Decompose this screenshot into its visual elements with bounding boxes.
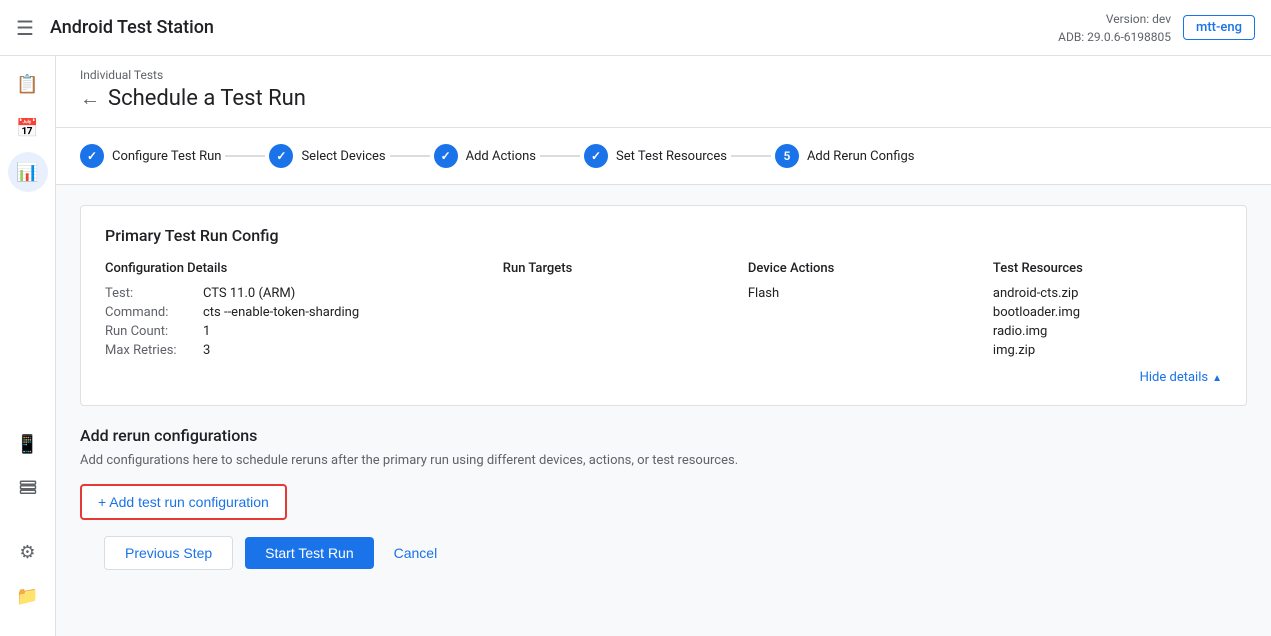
step-circle-actions: ✓	[434, 144, 458, 168]
detail-run-count: Run Count: 1	[105, 324, 487, 339]
breadcrumb: Individual Tests	[80, 68, 1247, 82]
card-grid: Configuration Details Test: CTS 11.0 (AR…	[105, 261, 1222, 362]
version-info: Version: dev ADB: 29.0.6-6198805	[1058, 10, 1171, 46]
resource-radio: radio.img	[993, 324, 1222, 339]
step-connector-2	[390, 155, 430, 157]
section-desc: Add configurations here to schedule reru…	[80, 453, 1247, 468]
start-test-run-button[interactable]: Start Test Run	[245, 537, 373, 569]
step-circle-devices: ✓	[269, 144, 293, 168]
step-actions: ✓ Add Actions	[434, 144, 536, 168]
sidebar-item-device[interactable]: 📱	[8, 424, 48, 464]
hide-details-link[interactable]: Hide details	[105, 370, 1222, 385]
back-button[interactable]: ←	[80, 86, 100, 111]
menu-icon[interactable]: ☰	[16, 16, 34, 40]
step-devices: ✓ Select Devices	[269, 144, 385, 168]
detail-max-retries: Max Retries: 3	[105, 343, 487, 358]
page-content: Primary Test Run Config Configuration De…	[56, 185, 1271, 598]
sidebar: 📋 📅 📊 📱 ⚙ 📁	[0, 56, 56, 636]
resource-bootloader: bootloader.img	[993, 305, 1222, 320]
config-details-col: Configuration Details Test: CTS 11.0 (AR…	[105, 261, 487, 362]
step-connector-4	[731, 155, 771, 157]
resource-cts: android-cts.zip	[993, 286, 1222, 301]
page-header: Individual Tests ← Schedule a Test Run	[56, 56, 1271, 128]
step-circle-configure: ✓	[80, 144, 104, 168]
step-configure: ✓ Configure Test Run	[80, 144, 221, 168]
test-resources-col: Test Resources android-cts.zip bootloade…	[993, 261, 1222, 362]
footer-buttons: Previous Step Start Test Run Cancel	[80, 520, 1247, 578]
header: ☰ Android Test Station Version: dev ADB:…	[0, 0, 1271, 56]
sidebar-item-analytics[interactable]: 📊	[8, 152, 48, 192]
card-title: Primary Test Run Config	[105, 226, 1222, 245]
stepper: ✓ Configure Test Run ✓ Select Devices ✓ …	[56, 128, 1271, 185]
step-connector-3	[540, 155, 580, 157]
primary-config-card: Primary Test Run Config Configuration De…	[80, 205, 1247, 406]
main-layout: 📋 📅 📊 📱 ⚙ 📁 Individual Tests ← Schedule …	[0, 56, 1271, 636]
step-label-actions: Add Actions	[466, 149, 536, 164]
previous-step-button[interactable]: Previous Step	[104, 536, 233, 570]
step-label-resources: Set Test Resources	[616, 149, 727, 164]
col-header-resources: Test Resources	[993, 261, 1222, 276]
add-rerun-section: Add rerun configurations Add configurati…	[80, 426, 1247, 520]
sidebar-item-folder[interactable]: 📁	[8, 576, 48, 616]
step-label-configure: Configure Test Run	[112, 149, 221, 164]
step-circle-resources: ✓	[584, 144, 608, 168]
section-title: Add rerun configurations	[80, 426, 1247, 445]
sidebar-item-storage[interactable]	[8, 468, 48, 508]
device-actions-col: Device Actions Flash	[748, 261, 977, 362]
col-header-config: Configuration Details	[105, 261, 487, 276]
detail-test: Test: CTS 11.0 (ARM)	[105, 286, 487, 301]
device-action-flash: Flash	[748, 286, 977, 301]
cancel-button[interactable]: Cancel	[386, 537, 446, 569]
app-title: Android Test Station	[50, 17, 1058, 38]
chevron-up-icon	[1212, 370, 1222, 385]
sidebar-item-settings[interactable]: ⚙	[8, 532, 48, 572]
step-rerun: 5 Add Rerun Configs	[775, 144, 915, 168]
detail-command: Command: cts --enable-token-sharding	[105, 305, 487, 320]
page-title: Schedule a Test Run	[108, 86, 306, 111]
add-config-button[interactable]: + Add test run configuration	[80, 484, 287, 520]
col-header-actions: Device Actions	[748, 261, 977, 276]
sidebar-item-calendar[interactable]: 📅	[8, 108, 48, 148]
run-targets-col: Run Targets	[503, 261, 732, 362]
step-label-devices: Select Devices	[301, 149, 385, 164]
col-header-targets: Run Targets	[503, 261, 732, 276]
step-resources: ✓ Set Test Resources	[584, 144, 727, 168]
resource-img: img.zip	[993, 343, 1222, 358]
step-circle-rerun: 5	[775, 144, 799, 168]
content-area: Individual Tests ← Schedule a Test Run ✓…	[56, 56, 1271, 636]
step-connector-1	[225, 155, 265, 157]
sidebar-item-tasks[interactable]: 📋	[8, 64, 48, 104]
step-label-rerun: Add Rerun Configs	[807, 149, 915, 164]
env-badge: mtt-eng	[1183, 15, 1255, 40]
